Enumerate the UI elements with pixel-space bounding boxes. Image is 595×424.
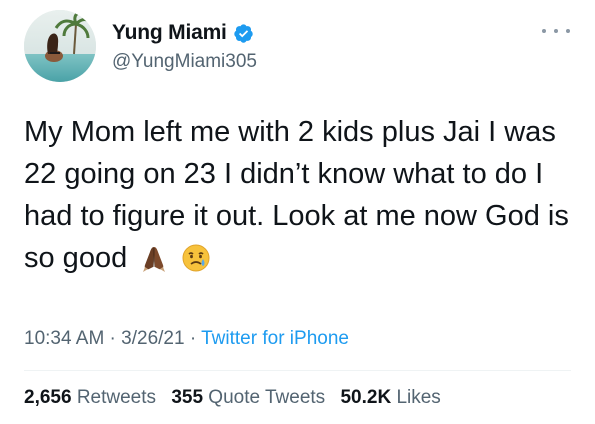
tweet-date[interactable]: 3/26/21	[121, 328, 184, 349]
meta-separator: ·	[104, 328, 122, 349]
user-handle[interactable]: @YungMiami305	[112, 51, 257, 73]
likes-count: 50.2K	[340, 387, 392, 408]
verified-badge-icon	[233, 23, 253, 43]
tweet-header: Yung Miami @YungMiami305	[24, 8, 574, 84]
dot	[542, 29, 546, 33]
tweet-time[interactable]: 10:34 AM	[24, 328, 104, 349]
avatar-image	[24, 10, 96, 82]
crying-face-emoji-icon	[181, 243, 211, 285]
tweet-text: My Mom left me with 2 kids plus Jai I wa…	[24, 116, 569, 274]
name-row: Yung Miami	[112, 21, 254, 45]
display-name[interactable]: Yung Miami	[112, 21, 227, 45]
folded-hands-emoji-icon	[139, 243, 169, 285]
more-options-icon[interactable]	[542, 24, 570, 38]
divider	[24, 370, 571, 371]
likes-stat[interactable]: 50.2K Likes	[340, 387, 440, 409]
tweet-source-link[interactable]: Twitter for iPhone	[201, 328, 349, 349]
quote-tweets-label: Quote Tweets	[208, 387, 326, 408]
tweet-meta: 10:34 AM · 3/26/21 · Twitter for iPhone	[24, 328, 349, 350]
retweets-count: 2,656	[24, 387, 72, 408]
quote-tweets-stat[interactable]: 355 Quote Tweets	[171, 387, 325, 409]
quote-tweets-count: 355	[171, 387, 204, 408]
retweets-label: Retweets	[76, 387, 157, 408]
tweet-body: My Mom left me with 2 kids plus Jai I wa…	[24, 111, 584, 285]
dot	[566, 29, 570, 33]
likes-label: Likes	[396, 387, 441, 408]
tweet-stats: 2,656 Retweets 355 Quote Tweets 50.2K Li…	[24, 387, 451, 409]
tweet-card: Yung Miami @YungMiami305 My Mom left me …	[0, 0, 595, 424]
meta-separator: ·	[184, 328, 202, 349]
avatar[interactable]	[24, 10, 96, 82]
dot	[554, 29, 558, 33]
retweets-stat[interactable]: 2,656 Retweets	[24, 387, 156, 409]
